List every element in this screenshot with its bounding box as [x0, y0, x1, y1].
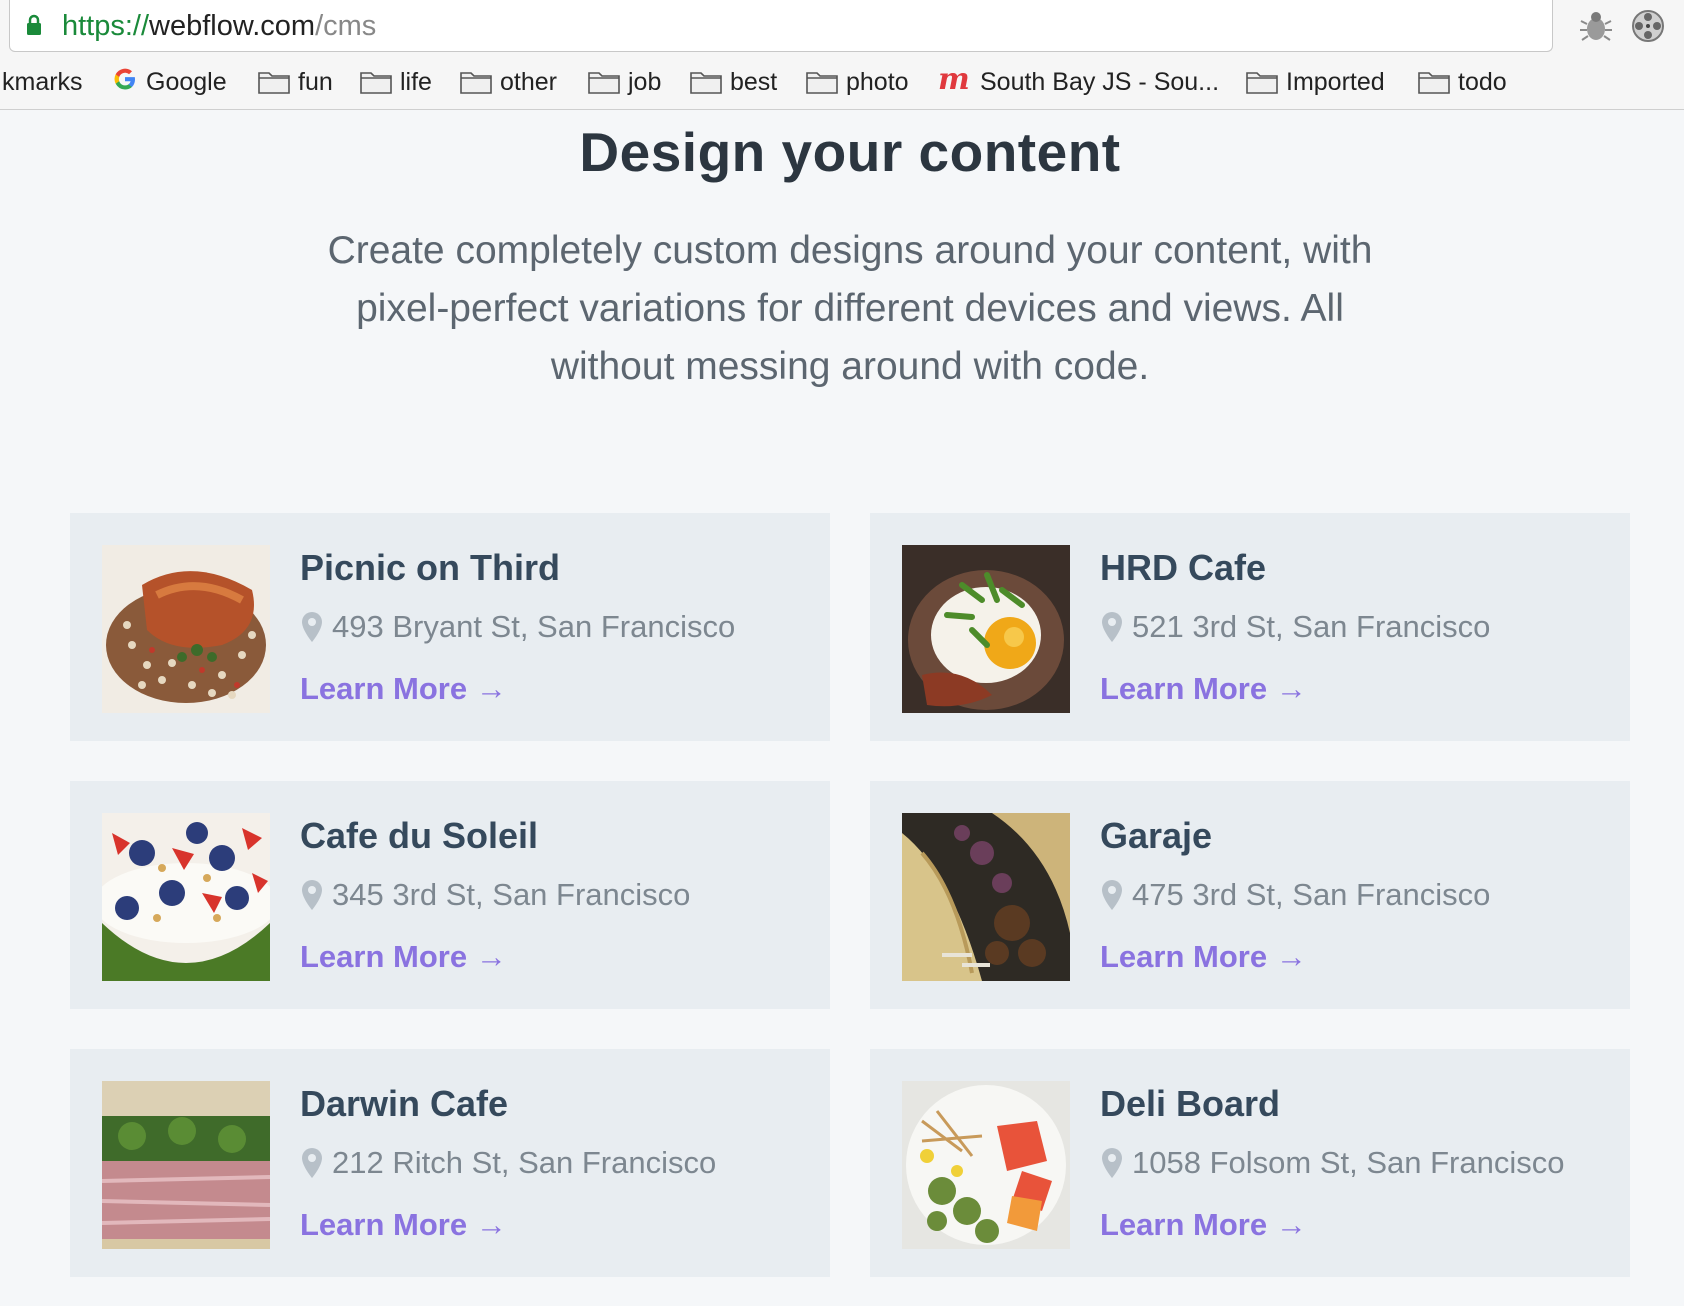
restaurant-name: Darwin Cafe [300, 1083, 509, 1124]
location-pin-icon [1102, 880, 1122, 910]
bookmark-item[interactable]: best [690, 66, 777, 98]
restaurant-card: HRD Cafe 521 3rd St, San Francisco Learn… [870, 513, 1630, 741]
restaurant-name: Picnic on Third [300, 547, 561, 588]
page-subtitle: Create completely custom designs around … [320, 222, 1380, 396]
bookmark-label: photo [846, 67, 909, 96]
food-photo-berry-yogurt [102, 813, 270, 981]
bookmark-item[interactable]: m South Bay JS - Sou... [938, 62, 1220, 100]
bookmark-label: job [628, 67, 662, 96]
bookmark-label: fun [298, 67, 333, 96]
address-bar[interactable]: https://webflow.com/cms [9, 0, 1553, 52]
bookmark-item[interactable]: photo [806, 66, 909, 98]
bookmark-item[interactable]: kmarks [2, 66, 83, 98]
restaurant-name: HRD Cafe [1100, 547, 1267, 588]
location-pin-icon [1102, 1148, 1122, 1178]
food-photo-egg-bowl [902, 545, 1070, 713]
bookmark-item[interactable]: todo [1418, 66, 1507, 98]
bookmark-item[interactable]: other [460, 66, 557, 98]
restaurant-address: 475 3rd St, San Francisco [1132, 877, 1491, 912]
bookmark-label: South Bay JS - Sou... [980, 67, 1220, 96]
address-row: 493 Bryant St, San Francisco [300, 609, 735, 645]
subtitle-line: Create completely custom designs around … [327, 229, 1373, 272]
restaurant-address: 212 Ritch St, San Francisco [332, 1145, 717, 1180]
bookmarks-bar: kmarks Google fun life other job best ph… [0, 60, 1684, 104]
restaurant-address: 345 3rd St, San Francisco [332, 877, 691, 912]
subtitle-line: without messing around with code. [550, 345, 1150, 388]
learn-more-link[interactable]: Learn More → [300, 671, 507, 707]
learn-more-link[interactable]: Learn More → [1100, 939, 1307, 975]
folder-icon [806, 72, 838, 94]
bookmark-label: todo [1458, 67, 1507, 96]
bookmark-item[interactable]: Google [112, 66, 227, 98]
bookmark-label: Google [146, 67, 227, 96]
folder-icon [1418, 72, 1450, 94]
bookmark-label: best [730, 67, 778, 96]
address-row: 212 Ritch St, San Francisco [300, 1145, 716, 1181]
url-scheme: https:// [62, 10, 150, 42]
film-reel-extension-icon[interactable] [1630, 8, 1666, 44]
bookmark-label: Imported [1286, 67, 1385, 96]
folder-icon [258, 72, 290, 94]
food-photo-salad [902, 1081, 1070, 1249]
address-row: 345 3rd St, San Francisco [300, 877, 690, 913]
food-photo-sandwich [102, 1081, 270, 1249]
food-photo-tacos [902, 813, 1070, 981]
food-photo-fish-beans [102, 545, 270, 713]
folder-icon [1246, 72, 1278, 94]
restaurant-card: Cafe du Soleil 345 3rd St, San Francisco… [70, 781, 830, 1009]
address-row: 521 3rd St, San Francisco [1100, 609, 1490, 645]
address-row: 475 3rd St, San Francisco [1100, 877, 1490, 913]
page-title: Design your content [579, 121, 1121, 183]
bookmark-label: kmarks [2, 67, 83, 96]
url-text[interactable]: https://webflow.com/cms [62, 10, 376, 43]
bookmark-item[interactable]: fun [258, 66, 333, 98]
subtitle-line: pixel-perfect variations for different d… [356, 287, 1344, 330]
restaurant-address: 1058 Folsom St, San Francisco [1132, 1145, 1565, 1180]
restaurant-card: Deli Board 1058 Folsom St, San Francisco… [870, 1049, 1630, 1277]
folder-icon [588, 72, 620, 94]
meetup-icon: m [938, 62, 972, 100]
address-row: 1058 Folsom St, San Francisco [1100, 1145, 1564, 1181]
bug-extension-icon[interactable] [1578, 8, 1614, 44]
restaurant-card: Darwin Cafe 212 Ritch St, San Francisco … [70, 1049, 830, 1277]
restaurant-card: Garaje 475 3rd St, San Francisco Learn M… [870, 781, 1630, 1009]
learn-more-link[interactable]: Learn More → [1100, 671, 1307, 707]
location-pin-icon [302, 880, 322, 910]
learn-more-link[interactable]: Learn More → [300, 939, 507, 975]
restaurant-address: 521 3rd St, San Francisco [1132, 609, 1491, 644]
restaurant-name: Cafe du Soleil [300, 815, 539, 856]
lock-icon [26, 14, 42, 41]
bookmark-item[interactable]: Imported [1246, 66, 1385, 98]
restaurant-name: Garaje [1100, 815, 1213, 856]
location-pin-icon [1102, 612, 1122, 642]
bookmark-item[interactable]: job [588, 66, 661, 98]
folder-icon [360, 72, 392, 94]
bookmark-label: life [400, 67, 432, 96]
browser-chrome: https://webflow.com/cms kmarks Google fu… [0, 0, 1684, 110]
url-host: webflow.com [149, 10, 316, 42]
svg-text:m: m [938, 65, 970, 93]
bookmark-item[interactable]: life [360, 66, 432, 98]
location-pin-icon [302, 1148, 322, 1178]
folder-icon [460, 72, 492, 94]
restaurant-card: Picnic on Third 493 Bryant St, San Franc… [70, 513, 830, 741]
bookmark-label: other [500, 67, 557, 96]
learn-more-link[interactable]: Learn More → [1100, 1207, 1307, 1243]
google-icon [112, 66, 138, 99]
restaurant-name: Deli Board [1100, 1083, 1281, 1124]
folder-icon [690, 72, 722, 94]
learn-more-link[interactable]: Learn More → [300, 1207, 507, 1243]
url-path: /cms [315, 10, 377, 42]
restaurant-address: 493 Bryant St, San Francisco [332, 609, 736, 644]
location-pin-icon [302, 612, 322, 642]
